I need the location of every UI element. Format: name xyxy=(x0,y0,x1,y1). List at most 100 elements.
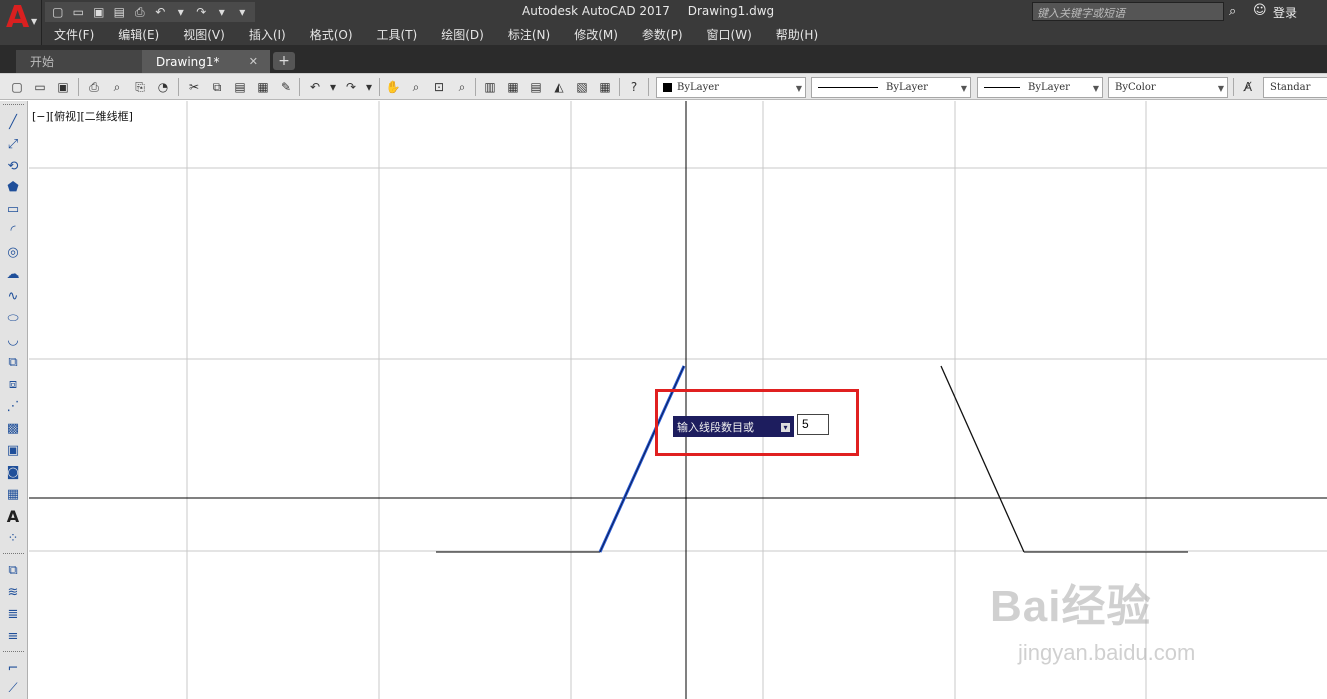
menu-file[interactable]: 文件(F) xyxy=(42,26,106,43)
application-menu-button[interactable]: A ▼ xyxy=(0,0,42,45)
line-icon[interactable]: ╱ xyxy=(4,113,22,131)
redo-icon[interactable]: ↷ xyxy=(193,4,211,20)
hatch-icon[interactable]: ▩ xyxy=(4,419,22,437)
spline-icon[interactable]: ∿ xyxy=(4,287,22,305)
plot-icon[interactable]: ⎙ xyxy=(131,4,149,20)
circle-icon[interactable]: ◎ xyxy=(4,243,22,261)
tool-palettes-icon[interactable]: ▤ xyxy=(528,79,544,95)
text-style-icon[interactable]: A̸ xyxy=(1240,79,1256,95)
slanted-line-right[interactable] xyxy=(940,365,1025,553)
title-bar: ▢ ▭ ▣ ▤ ⎙ ↶ ▾ ↷ ▾ ▾ Autodesk AutoCAD 201… xyxy=(0,0,1327,24)
menu-dimension[interactable]: 标注(N) xyxy=(496,26,562,43)
menu-edit[interactable]: 编辑(E) xyxy=(106,26,171,43)
linetype-control[interactable]: ByLayer ▼ xyxy=(811,77,971,98)
menu-draw[interactable]: 绘图(D) xyxy=(429,26,496,43)
block-editor-icon[interactable]: ✎ xyxy=(278,79,294,95)
search-input[interactable]: 键入关键字或短语 xyxy=(1032,2,1224,21)
tab-drawing1[interactable]: Drawing1* ✕ xyxy=(142,50,270,73)
layer-properties-icon[interactable]: ⧉ xyxy=(4,561,22,579)
new-file-icon[interactable]: ▢ xyxy=(49,4,67,20)
toolbar-grip[interactable] xyxy=(3,651,24,653)
rectangle-icon[interactable]: ▭ xyxy=(4,200,22,218)
zoom-window-icon[interactable]: ⊡ xyxy=(431,79,447,95)
design-center-icon[interactable]: ▦ xyxy=(505,79,521,95)
lineweight-control[interactable]: ByLayer ▼ xyxy=(977,77,1103,98)
cut-icon[interactable]: ✂ xyxy=(186,79,202,95)
properties-icon[interactable]: ▥ xyxy=(482,79,498,95)
save-icon[interactable]: ▣ xyxy=(55,79,71,95)
undo-icon[interactable]: ↶ xyxy=(152,4,170,20)
toolbar-grip[interactable] xyxy=(3,104,24,106)
copy-icon[interactable]: ⧉ xyxy=(209,79,225,95)
add-selected-icon[interactable]: ⁘ xyxy=(4,529,22,547)
save-icon[interactable]: ▣ xyxy=(90,4,108,20)
menu-insert[interactable]: 插入(I) xyxy=(237,26,298,43)
close-icon[interactable]: ✕ xyxy=(249,55,258,68)
construction-line-icon[interactable]: ⤢ xyxy=(4,135,22,153)
ellipse-arc-icon[interactable]: ◡ xyxy=(4,331,22,349)
menu-modify[interactable]: 修改(M) xyxy=(562,26,630,43)
toolbar-grip[interactable] xyxy=(3,553,24,555)
viewport-controls[interactable]: [−][俯视][二维线框] xyxy=(32,108,133,124)
plotstyle-control[interactable]: ByColor ▼ xyxy=(1108,77,1228,98)
document-name: Drawing1.dwg xyxy=(687,4,775,18)
gradient-icon[interactable]: ▣ xyxy=(4,441,22,459)
pan-icon[interactable]: ✋ xyxy=(385,79,401,95)
insert-block-icon[interactable]: ⧉ xyxy=(4,353,22,371)
zoom-realtime-icon[interactable]: ⌕ xyxy=(408,79,424,95)
polyline-icon[interactable]: ⟲ xyxy=(4,157,22,175)
menu-window[interactable]: 窗口(W) xyxy=(695,26,764,43)
color-control[interactable]: ByLayer ▼ xyxy=(656,77,806,98)
fillet-icon[interactable]: ⌐ xyxy=(4,659,22,677)
open-icon[interactable]: ▭ xyxy=(32,79,48,95)
redo-dropdown-icon[interactable]: ▾ xyxy=(361,79,377,95)
layer-match-icon[interactable]: ≡ xyxy=(4,627,22,645)
table-icon[interactable]: ▦ xyxy=(4,485,22,503)
markup-icon[interactable]: ▧ xyxy=(574,79,590,95)
quick-access-toolbar: ▢ ▭ ▣ ▤ ⎙ ↶ ▾ ↷ ▾ ▾ xyxy=(45,2,255,22)
publish-icon[interactable]: ⎘ xyxy=(132,79,148,95)
plot-icon[interactable]: ⎙ xyxy=(86,79,102,95)
login-link[interactable]: 登录 xyxy=(1273,4,1297,21)
multiline-text-icon[interactable]: A xyxy=(4,507,22,526)
undo-icon[interactable]: ↶ xyxy=(307,79,323,95)
layer-states-icon[interactable]: ≋ xyxy=(4,583,22,601)
segment-count-input[interactable]: 5 xyxy=(797,414,829,435)
customize-qat-icon[interactable]: ▾ xyxy=(234,4,252,20)
point-icon[interactable]: ⋰ xyxy=(4,397,22,415)
menu-format[interactable]: 格式(O) xyxy=(298,26,365,43)
arc-icon[interactable]: ◜ xyxy=(4,221,22,239)
redo-icon[interactable]: ↷ xyxy=(343,79,359,95)
open-file-icon[interactable]: ▭ xyxy=(70,4,88,20)
menu-view[interactable]: 视图(V) xyxy=(171,26,237,43)
new-tab-button[interactable]: + xyxy=(273,52,295,70)
tab-start[interactable]: 开始 xyxy=(16,50,144,73)
new-icon[interactable]: ▢ xyxy=(9,79,25,95)
paste-icon[interactable]: ▤ xyxy=(232,79,248,95)
zoom-previous-icon[interactable]: ⌕ xyxy=(454,79,470,95)
polygon-icon[interactable]: ⬟ xyxy=(4,178,22,196)
undo-dropdown-icon[interactable]: ▾ xyxy=(172,4,190,20)
layer-previous-icon[interactable]: ≣ xyxy=(4,605,22,623)
menu-help[interactable]: 帮助(H) xyxy=(764,26,830,43)
help-icon[interactable]: ? xyxy=(626,79,642,95)
revision-cloud-icon[interactable]: ☁ xyxy=(4,265,22,283)
region-icon[interactable]: ◙ xyxy=(4,463,22,481)
3d-print-icon[interactable]: ◔ xyxy=(155,79,171,95)
text-style-control[interactable]: Standar xyxy=(1263,77,1327,98)
binoculars-icon[interactable]: ⌕ xyxy=(1229,4,1236,19)
menu-tools[interactable]: 工具(T) xyxy=(365,26,430,43)
menu-parametric[interactable]: 参数(P) xyxy=(630,26,695,43)
calculator-icon[interactable]: ▦ xyxy=(597,79,613,95)
save-as-icon[interactable]: ▤ xyxy=(111,4,129,20)
plot-preview-icon[interactable]: ⌕ xyxy=(109,79,125,95)
sheet-set-icon[interactable]: ◭ xyxy=(551,79,567,95)
undo-dropdown-icon[interactable]: ▾ xyxy=(325,79,341,95)
user-icon[interactable]: ☺ xyxy=(1253,3,1267,18)
chamfer-icon[interactable]: ⟋ xyxy=(4,679,22,697)
match-properties-icon[interactable]: ▦ xyxy=(255,79,271,95)
make-block-icon[interactable]: ⧈ xyxy=(4,375,22,393)
chevron-down-icon[interactable]: ▾ xyxy=(781,423,790,432)
ellipse-icon[interactable]: ⬭ xyxy=(4,309,22,327)
redo-dropdown-icon[interactable]: ▾ xyxy=(213,4,231,20)
